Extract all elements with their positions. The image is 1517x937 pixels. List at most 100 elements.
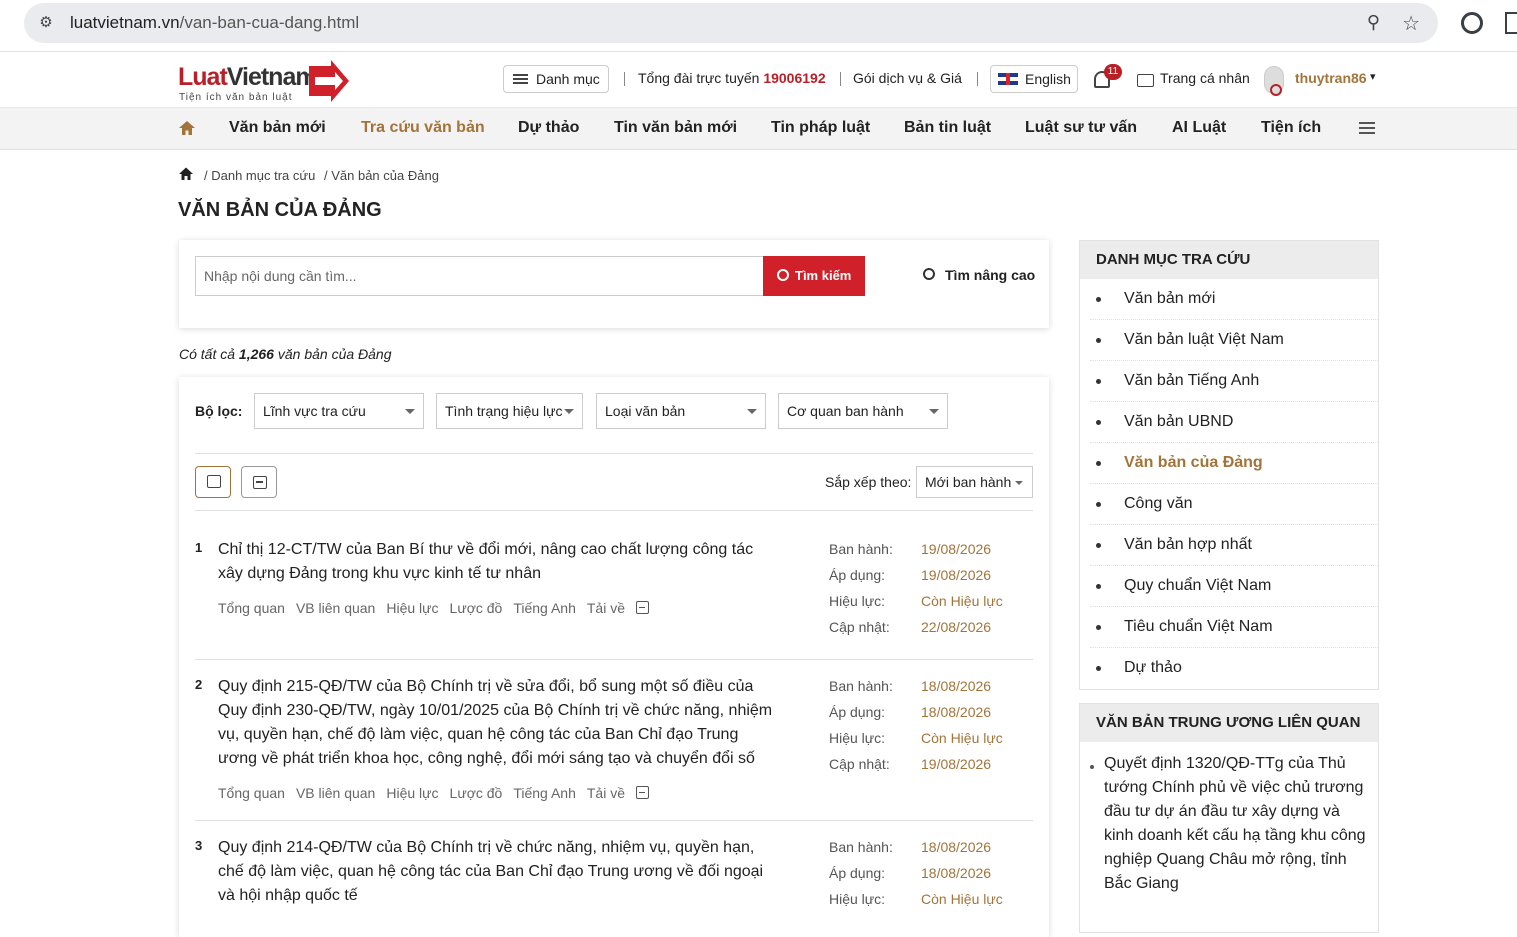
- document-list-card: Bộ lọc: Lĩnh vực tra cứu Tình trạng hiệu…: [179, 377, 1049, 937]
- document-title[interactable]: Quy định 214-QĐ/TW của Bộ Chính trị về c…: [218, 836, 818, 908]
- uk-flag-icon: [998, 73, 1018, 85]
- site-logo[interactable]: LuatVietnam Tiện ích văn bản luật: [178, 58, 354, 104]
- caret-down-icon: [747, 409, 757, 414]
- breadcrumb-home-icon[interactable]: [178, 166, 194, 181]
- link-tieng-anh[interactable]: Tiếng Anh: [513, 600, 576, 616]
- pricing-link[interactable]: Gói dịch vụ & Giá: [853, 70, 962, 86]
- link-tong-quan[interactable]: Tổng quan: [218, 600, 285, 616]
- search-card: Tìm kiếm Tìm nâng cao: [179, 240, 1049, 328]
- address-bar[interactable]: ⚙ luatvietnam.vn/van-ban-cua-dang.html ⚲…: [24, 3, 1438, 43]
- catalog-item-active[interactable]: Văn bản của Đảng: [1090, 443, 1378, 484]
- logo-wordmark: LuatVietnam: [178, 63, 318, 91]
- catalog-item[interactable]: Tiêu chuẩn Việt Nam: [1090, 607, 1378, 648]
- link-vb-lien-quan[interactable]: VB liên quan: [296, 600, 375, 616]
- sort-label: Sắp xếp theo:: [825, 474, 912, 490]
- breadcrumb-item[interactable]: / Văn bản của Đảng: [324, 168, 439, 183]
- updated-date: 22/08/2026: [921, 619, 992, 635]
- category-menu-button[interactable]: Danh mục: [503, 65, 609, 93]
- filter-loai-van-ban-select[interactable]: Loại văn bản: [596, 393, 766, 429]
- sort-select[interactable]: Mới ban hành: [916, 466, 1033, 498]
- document-number: 3: [195, 838, 203, 853]
- link-tong-quan[interactable]: Tổng quan: [218, 785, 285, 801]
- status-value: Còn Hiệu lực: [921, 593, 1003, 609]
- link-hieu-luc[interactable]: Hiệu lực: [386, 600, 438, 616]
- document-links: Tổng quan VB liên quan Hiệu lực Lược đồ Tiến…: [218, 600, 649, 616]
- language-button[interactable]: English: [990, 65, 1078, 93]
- caret-down-icon: [405, 409, 415, 414]
- catalog-item[interactable]: Văn bản Tiếng Anh: [1090, 361, 1378, 402]
- nav-item-du-thao[interactable]: Dự thảo: [518, 119, 579, 137]
- link-tai-ve[interactable]: Tải về: [587, 600, 625, 616]
- nav-item-van-ban-moi[interactable]: Văn bản mới: [229, 119, 326, 137]
- link-luoc-do[interactable]: Lược đồ: [450, 600, 503, 616]
- profile-link[interactable]: Trang cá nhân: [1160, 70, 1250, 86]
- username-menu[interactable]: thuytran86: [1295, 70, 1367, 86]
- card-view-icon: [207, 475, 221, 488]
- catalog-item[interactable]: Văn bản UBND: [1090, 402, 1378, 443]
- site-header: LuatVietnam Tiện ích văn bản luật Danh m…: [0, 52, 1517, 108]
- advanced-search-icon: [923, 268, 935, 280]
- nav-item-ai-luat[interactable]: AI Luật: [1172, 119, 1226, 137]
- link-hieu-luc[interactable]: Hiệu lực: [386, 785, 438, 801]
- profile-card-icon: [1137, 74, 1154, 87]
- link-tai-ve[interactable]: Tải về: [587, 785, 625, 801]
- advanced-search-link[interactable]: Tìm nâng cao: [923, 267, 1035, 283]
- browser-toolbar: ⚙ luatvietnam.vn/van-ban-cua-dang.html ⚲…: [0, 0, 1517, 52]
- catalog-item[interactable]: Văn bản mới: [1090, 279, 1378, 320]
- url-path: /van-ban-cua-dang.html: [179, 13, 360, 32]
- search-input[interactable]: [195, 256, 763, 296]
- link-luoc-do[interactable]: Lược đồ: [450, 785, 503, 801]
- nav-item-tin-phap-luat[interactable]: Tin pháp luật: [771, 119, 870, 137]
- related-title: VĂN BẢN TRUNG ƯƠNG LIÊN QUAN: [1080, 704, 1378, 742]
- extensions-puzzle-icon[interactable]: [1505, 12, 1517, 34]
- caret-down-icon: [1015, 481, 1023, 485]
- grid-view-button[interactable]: [195, 466, 231, 498]
- document-links: Tổng quan VB liên quan Hiệu lực Lược đồ Tiến…: [218, 785, 649, 801]
- header-divider: [840, 72, 841, 86]
- nav-item-tra-cuu-van-ban[interactable]: Tra cứu văn bản: [361, 119, 485, 137]
- nav-item-ban-tin-luat[interactable]: Bản tin luật: [904, 119, 991, 137]
- document-title[interactable]: Chỉ thị 12-CT/TW của Ban Bí thư về đổi m…: [218, 538, 818, 586]
- catalog-item[interactable]: Dự thảo: [1090, 648, 1378, 689]
- save-icon[interactable]: [636, 601, 649, 614]
- document-number: 2: [195, 677, 203, 692]
- list-view-button[interactable]: [241, 466, 277, 498]
- divider: [195, 820, 1033, 821]
- avatar[interactable]: [1264, 66, 1284, 96]
- chevron-down-icon[interactable]: ▾: [1370, 70, 1376, 83]
- document-number: 1: [195, 540, 203, 555]
- zoom-icon[interactable]: ⚲: [1367, 12, 1380, 33]
- search-button[interactable]: Tìm kiếm: [763, 256, 865, 296]
- nav-item-luat-su-tu-van[interactable]: Luật sư tư vấn: [1025, 119, 1137, 137]
- home-icon[interactable]: [178, 119, 196, 137]
- applied-date: 18/08/2026: [921, 704, 992, 720]
- list-view-icon: [253, 476, 267, 489]
- catalog-sidebar: DANH MỤC TRA CỨU Văn bản mới Văn bản luậ…: [1079, 240, 1379, 690]
- link-tieng-anh[interactable]: Tiếng Anh: [513, 785, 576, 801]
- catalog-item[interactable]: Công văn: [1090, 484, 1378, 525]
- catalog-item[interactable]: Quy chuẩn Việt Nam: [1090, 566, 1378, 607]
- caret-down-icon: [564, 409, 574, 414]
- link-vb-lien-quan[interactable]: VB liên quan: [296, 785, 375, 801]
- extension-icon[interactable]: [1461, 12, 1483, 34]
- filter-linh-vuc-select[interactable]: Lĩnh vực tra cứu: [254, 393, 424, 429]
- more-menu-icon[interactable]: [1359, 122, 1375, 134]
- url-text[interactable]: luatvietnam.vn/van-ban-cua-dang.html: [70, 13, 359, 33]
- site-info-icon[interactable]: ⚙: [36, 13, 56, 33]
- filter-co-quan-select[interactable]: Cơ quan ban hành: [778, 393, 948, 429]
- logo-tagline: Tiện ích văn bản luật: [179, 92, 293, 103]
- breadcrumb-item[interactable]: / Danh mục tra cứu: [204, 168, 315, 183]
- hotline[interactable]: Tổng đài trực tuyến 19006192: [638, 70, 826, 86]
- nav-item-tien-ich[interactable]: Tiện ích: [1261, 119, 1321, 137]
- bookmark-star-icon[interactable]: ☆: [1402, 11, 1420, 36]
- catalog-item[interactable]: Văn bản luật Việt Nam: [1090, 320, 1378, 361]
- filter-tinh-trang-select[interactable]: Tình trạng hiệu lực: [436, 393, 583, 429]
- divider: [195, 659, 1033, 660]
- nav-item-tin-van-ban-moi[interactable]: Tin văn bản mới: [614, 119, 737, 137]
- result-count: Có tất cả 1,266 văn bản của Đảng: [179, 346, 392, 362]
- catalog-item[interactable]: Văn bản hợp nhất: [1090, 525, 1378, 566]
- catalog-title: DANH MỤC TRA CỨU: [1080, 241, 1378, 279]
- related-document[interactable]: Quyết định 1320/QĐ-TTg của Thủ tướng Chí…: [1080, 742, 1378, 896]
- save-icon[interactable]: [636, 786, 649, 799]
- document-title[interactable]: Quy định 215-QĐ/TW của Bộ Chính trị về s…: [218, 675, 818, 771]
